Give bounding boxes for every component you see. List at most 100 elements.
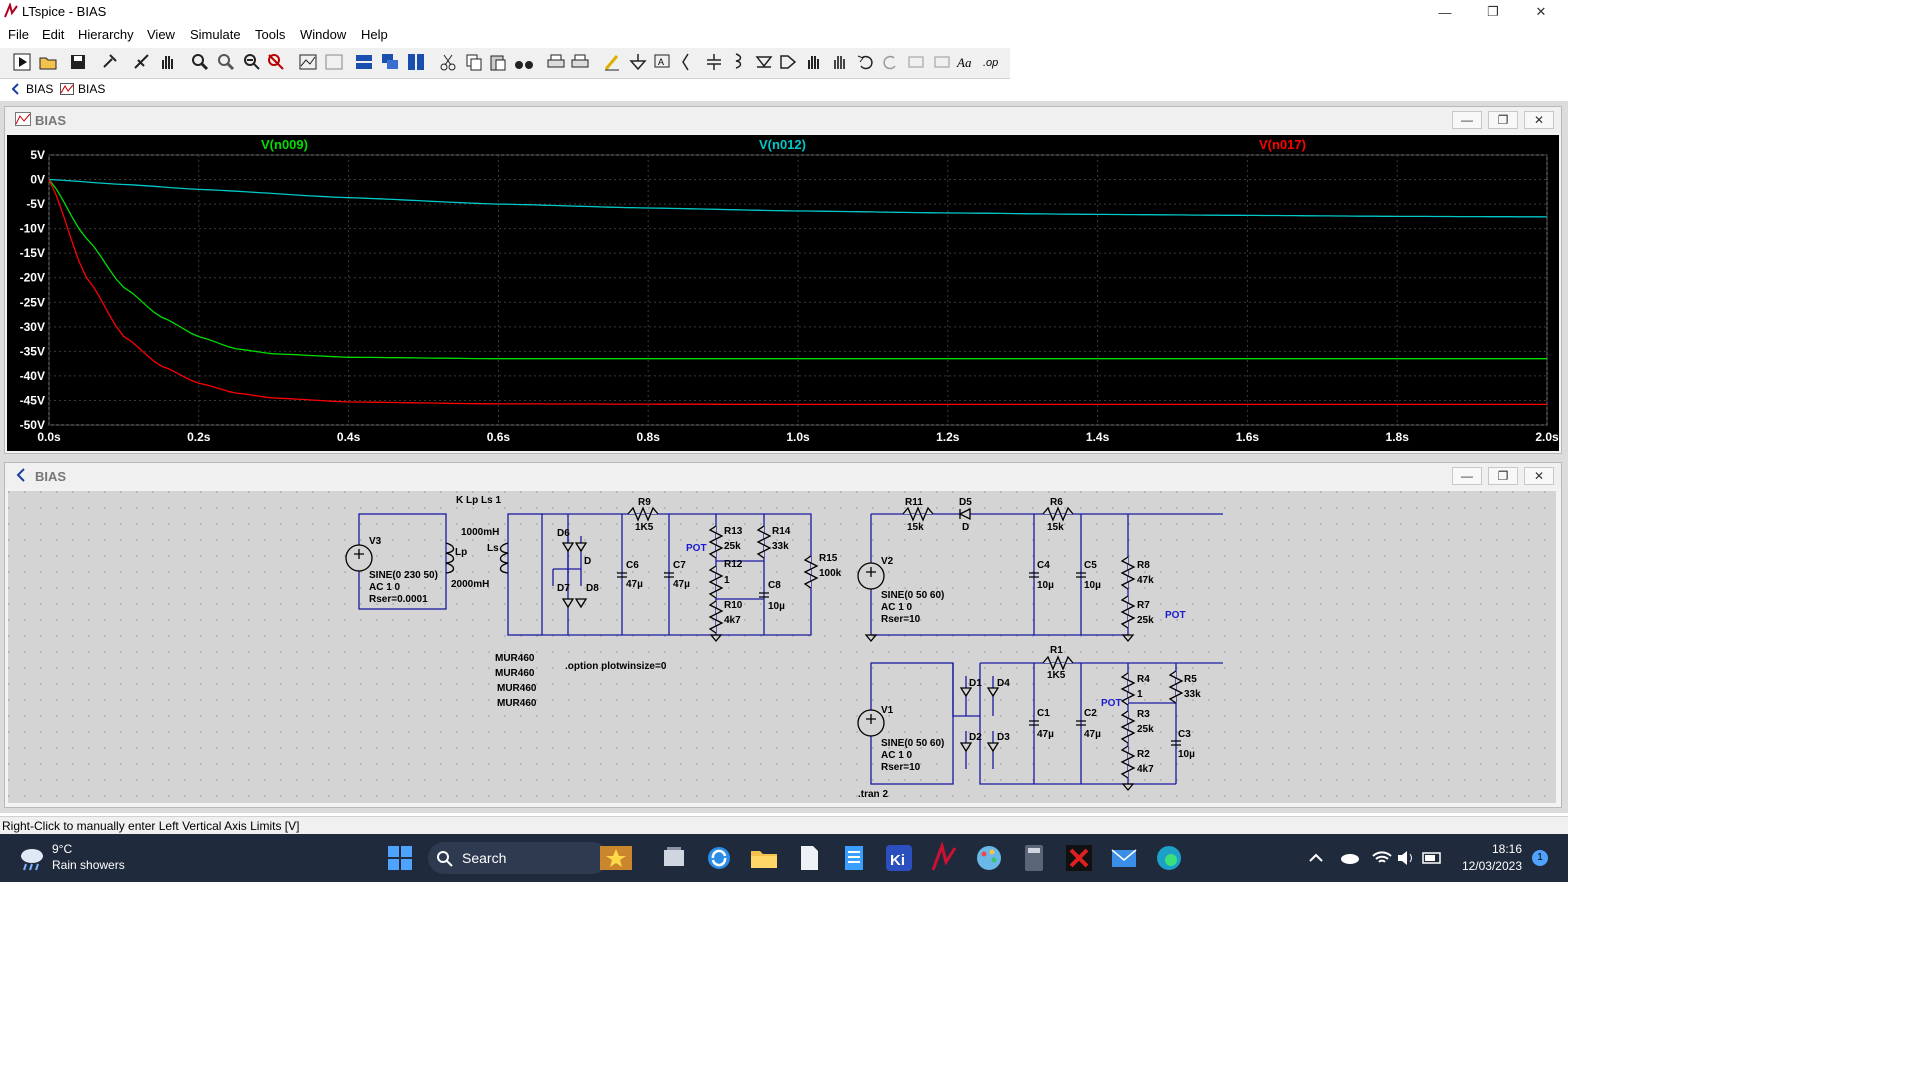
save-icon[interactable] <box>68 52 88 72</box>
kicad-icon[interactable]: Ki <box>883 842 915 874</box>
menu-window[interactable]: Window <box>300 27 346 42</box>
zoom-in-icon[interactable] <box>190 52 210 72</box>
run-icon[interactable] <box>12 52 32 72</box>
start-windows-icon[interactable] <box>384 842 416 874</box>
weather-description[interactable]: Rain showers <box>52 858 125 872</box>
zoom-area-icon[interactable] <box>216 52 236 72</box>
show-hidden-icons-chevron-up-icon[interactable] <box>1300 842 1332 874</box>
svg-text:R15: R15 <box>819 553 838 564</box>
minimize-button[interactable]: — <box>1422 0 1468 24</box>
title-bar: LTspice - BIAS — ❐ ✕ <box>0 0 1568 24</box>
edge-browser-icon[interactable] <box>1153 842 1185 874</box>
open-folder-icon[interactable] <box>38 52 58 72</box>
schematic-canvas[interactable]: K Lp Ls 1 1000mH Ls Lp 2000mH V3 SINE(0 … <box>8 491 1556 803</box>
svg-text:MUR460: MUR460 <box>497 698 537 709</box>
waveform-close-button[interactable]: ✕ <box>1524 111 1554 129</box>
text-icon[interactable]: Aa <box>956 52 976 72</box>
sync-app-icon[interactable] <box>703 842 735 874</box>
move-hand-icon[interactable] <box>804 52 824 72</box>
menu-hierarchy[interactable]: Hierarchy <box>78 27 134 42</box>
maximize-button[interactable]: ❐ <box>1470 0 1516 24</box>
svg-text:V3: V3 <box>369 536 382 547</box>
tab-schematic-bias[interactable]: BIAS <box>10 82 53 96</box>
ground-icon[interactable] <box>628 52 648 72</box>
print-preview-icon[interactable] <box>570 52 590 72</box>
task-view-icon[interactable] <box>658 842 690 874</box>
undo-icon[interactable] <box>856 52 876 72</box>
x-tick-label: 1.0s <box>786 430 810 444</box>
find-binoculars-icon[interactable] <box>514 52 534 72</box>
menu-file[interactable]: File <box>8 27 29 42</box>
weather-rain-icon[interactable] <box>16 842 48 874</box>
waveform-minimize-button[interactable]: — <box>1452 111 1482 129</box>
schematic-window-titlebar[interactable]: BIAS — ❐ ✕ <box>5 463 1561 489</box>
draw-wire-icon[interactable] <box>602 52 622 72</box>
schematic-close-button[interactable]: ✕ <box>1524 467 1554 485</box>
control-panel-icon[interactable] <box>100 52 120 72</box>
svg-text:V2: V2 <box>881 556 894 567</box>
svg-text:15k: 15k <box>1047 522 1064 533</box>
notification-badge[interactable]: 1 <box>1532 850 1548 866</box>
waveform-plot[interactable]: 5V0V-5V-10V-15V-20V-25V-30V-35V-40V-45V-… <box>7 135 1559 451</box>
redo-icon[interactable] <box>880 52 900 72</box>
paint-icon[interactable] <box>973 842 1005 874</box>
onedrive-cloud-icon[interactable] <box>1334 842 1366 874</box>
autorange-icon[interactable] <box>298 52 318 72</box>
halt-icon[interactable] <box>132 52 152 72</box>
print-icon[interactable] <box>546 52 566 72</box>
clock-time: 18:16 <box>1491 842 1522 856</box>
spice-directive-icon[interactable]: .op <box>982 52 1002 72</box>
schematic-minimize-button[interactable]: — <box>1452 467 1482 485</box>
label-net-icon[interactable]: A <box>652 52 672 72</box>
svg-text:R6: R6 <box>1050 497 1063 508</box>
tile-vertical-icon[interactable] <box>406 52 426 72</box>
component-icon[interactable] <box>778 52 798 72</box>
cascade-icon[interactable] <box>380 52 400 72</box>
document-tabs: BIAS BIAS <box>0 79 1568 102</box>
plot-legend[interactable]: V(n009) V(n012) V(n017) <box>261 137 1306 152</box>
menu-edit[interactable]: Edit <box>42 27 64 42</box>
paste-icon[interactable] <box>488 52 508 72</box>
cad-tool-icon[interactable] <box>1063 842 1095 874</box>
mail-icon[interactable] <box>1108 842 1140 874</box>
status-bar: Right-Click to manually enter Left Verti… <box>0 816 1568 835</box>
menu-tools[interactable]: Tools <box>255 27 285 42</box>
tile-horizontal-icon[interactable] <box>354 52 374 72</box>
notes-app-icon[interactable] <box>838 842 870 874</box>
schematic-maximize-button[interactable]: ❐ <box>1488 467 1518 485</box>
svg-text:2000mH: 2000mH <box>451 579 489 590</box>
waveform-maximize-button[interactable]: ❐ <box>1488 111 1518 129</box>
ltspice-taskbar-icon[interactable] <box>928 842 960 874</box>
system-clock[interactable]: 18:16 12/03/2023 <box>1462 842 1522 873</box>
capacitor-icon[interactable] <box>704 52 724 72</box>
cursor-icon[interactable] <box>324 52 344 72</box>
menu-help[interactable]: Help <box>361 27 388 42</box>
notepad-icon[interactable] <box>793 842 825 874</box>
calculator-icon[interactable] <box>1018 842 1050 874</box>
svg-text:Aa: Aa <box>956 55 972 70</box>
tab-label: BIAS <box>78 82 106 96</box>
rotate-icon[interactable] <box>906 52 926 72</box>
tab-waveform-bias[interactable]: BIAS <box>60 82 105 96</box>
inductor-icon[interactable] <box>728 52 748 72</box>
taskbar-search[interactable]: Search <box>428 842 632 874</box>
diode-icon[interactable] <box>754 52 774 72</box>
copy-icon[interactable] <box>464 52 484 72</box>
weather-temperature[interactable]: 9°C <box>52 842 72 856</box>
waveform-window-titlebar[interactable]: BIAS — ❐ ✕ <box>5 107 1561 133</box>
drag-hand-icon[interactable] <box>830 52 850 72</box>
zoom-fit-icon[interactable] <box>266 52 286 72</box>
mirror-icon[interactable] <box>932 52 952 72</box>
svg-text:D: D <box>962 522 969 533</box>
file-explorer-icon[interactable] <box>748 842 780 874</box>
svg-text:D4: D4 <box>997 678 1010 689</box>
zoom-out-icon[interactable] <box>242 52 262 72</box>
close-button[interactable]: ✕ <box>1518 0 1564 24</box>
menu-simulate[interactable]: Simulate <box>190 27 241 42</box>
battery-icon[interactable] <box>1416 842 1448 874</box>
menu-view[interactable]: View <box>147 27 175 42</box>
cut-icon[interactable] <box>438 52 458 72</box>
pan-hand-icon[interactable] <box>158 52 178 72</box>
resistor-icon[interactable] <box>678 52 698 72</box>
y-tick-label: 5V <box>30 148 45 162</box>
